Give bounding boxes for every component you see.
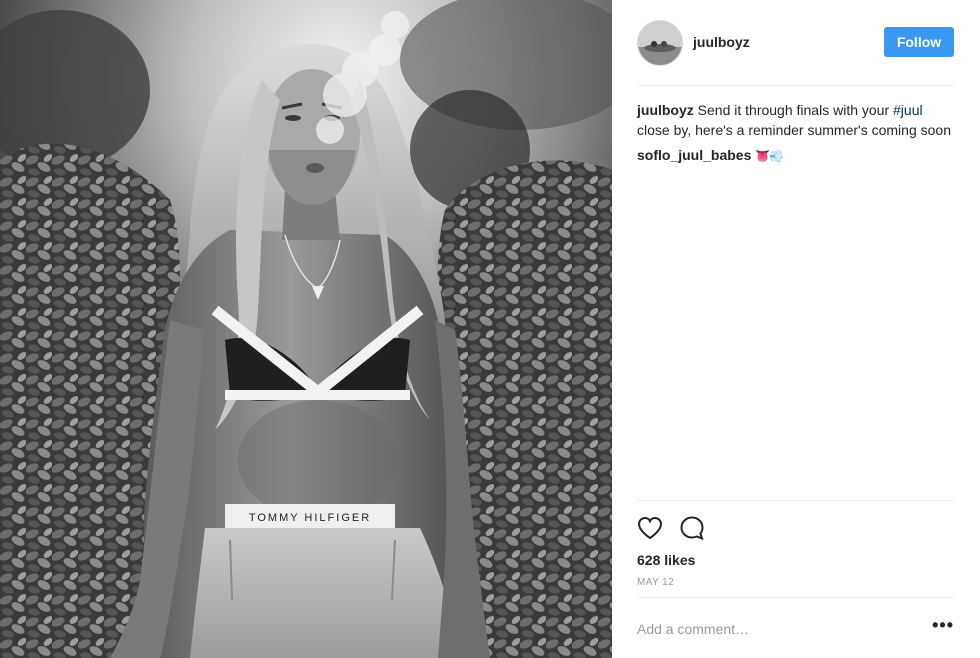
post-photo-image: TOMMY HILFIGER <box>0 0 612 658</box>
more-options-icon[interactable]: ••• <box>932 615 954 636</box>
follow-button[interactable]: Follow <box>884 26 954 57</box>
caption-hashtag[interactable]: #juul <box>893 102 923 118</box>
caption-text-before: Send it through finals with your <box>697 102 890 118</box>
caption: juulboyz Send it through finals with you… <box>637 100 954 140</box>
comment-text: 👅💨 <box>755 149 784 163</box>
post-header: juulboyz Follow <box>637 0 954 86</box>
post-date: MAY 12 <box>637 577 675 588</box>
heart-icon[interactable] <box>637 516 663 540</box>
waistband-logo-text: TOMMY HILFIGER <box>249 512 371 524</box>
comment-bar: ••• <box>637 597 954 658</box>
post-footer: 628 likes MAY 12 <box>637 500 954 588</box>
comments-list: juulboyz Send it through finals with you… <box>637 86 954 166</box>
caption-text-after: close by, here's a reminder summer's com… <box>637 122 951 138</box>
comment-item: soflo_juul_babes 👅💨 <box>637 145 954 166</box>
comment-username[interactable]: soflo_juul_babes <box>637 147 751 163</box>
comment-bubble-icon[interactable] <box>679 515 705 541</box>
avatar-image <box>638 20 682 65</box>
likes-count[interactable]: 628 likes <box>637 552 954 568</box>
post-username[interactable]: juulboyz <box>693 34 884 50</box>
action-bar <box>637 505 954 551</box>
post-photo[interactable]: TOMMY HILFIGER <box>0 0 612 658</box>
post-side-panel: juulboyz Follow juulboyz Send it through… <box>612 0 980 658</box>
caption-username[interactable]: juulboyz <box>637 102 694 118</box>
instagram-post: TOMMY HILFIGER juulboyz Follow juulboyz … <box>0 0 980 658</box>
comment-input[interactable] <box>637 620 933 637</box>
avatar[interactable] <box>637 19 683 66</box>
